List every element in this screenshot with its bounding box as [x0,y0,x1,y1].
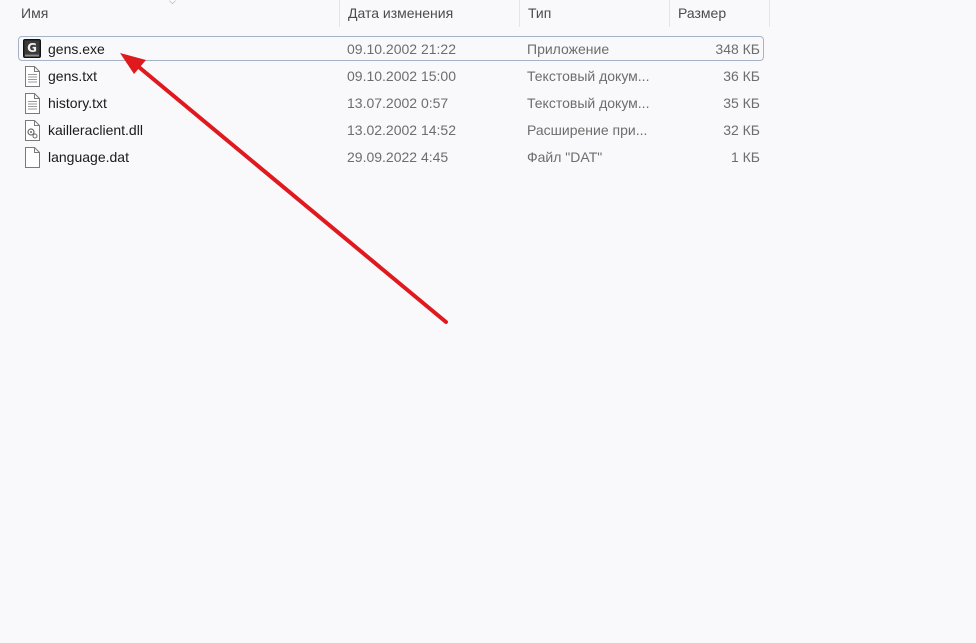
column-header-size[interactable]: Размер [670,0,770,27]
file-type: Приложение [527,41,610,57]
file-size: 1 КБ [730,149,760,165]
column-header-bar: Имя ⌵ Дата изменения Тип Размер [0,0,770,27]
file-type: Текстовый докум... [527,95,650,111]
file-size: 348 КБ [715,41,760,57]
file-date: 09.10.2002 15:00 [347,68,456,84]
column-header-date-label: Дата изменения [348,5,454,21]
file-name: language.dat [48,149,129,165]
column-header-name-label: Имя [21,5,49,21]
column-header-type-label: Тип [528,5,552,21]
text-file-icon [25,93,40,114]
sort-caret-icon: ⌵ [169,0,176,6]
column-header-size-label: Размер [678,5,727,21]
column-header-name[interactable]: Имя ⌵ [0,0,340,27]
column-header-type[interactable]: Тип [520,0,670,27]
file-size: 35 КБ [723,95,760,111]
file-name: gens.exe [48,41,105,57]
file-date: 29.09.2022 4:45 [347,149,449,165]
file-type: Файл "DAT" [527,149,603,165]
file-type: Расширение при... [527,122,648,138]
file-explorer-window: Имя ⌵ Дата изменения Тип Размер G gens.e… [0,0,976,643]
file-date: 13.02.2002 14:52 [347,122,456,138]
file-name: kailleraclient.dll [48,122,143,138]
file-row-language-dat[interactable]: language.dat 29.09.2022 4:45 Файл "DAT" … [0,144,770,171]
svg-text:G: G [27,41,37,55]
file-name: history.txt [48,95,107,111]
file-name: gens.txt [48,68,98,84]
dll-file-icon [25,120,40,141]
file-size: 32 КБ [723,122,760,138]
file-row-kailleraclient-dll[interactable]: kailleraclient.dll 13.02.2002 14:52 Расш… [0,117,770,144]
file-row-gens-txt[interactable]: gens.txt 09.10.2002 15:00 Текстовый доку… [0,63,770,90]
file-type: Текстовый докум... [527,68,650,84]
column-header-date[interactable]: Дата изменения [340,0,520,27]
file-size: 36 КБ [723,68,760,84]
gens-app-icon: G [23,39,41,58]
file-date: 13.07.2002 0:57 [347,95,449,111]
file-date: 09.10.2002 21:22 [347,41,456,57]
file-row-gens-exe[interactable]: G gens.exe 09.10.2002 21:22 Приложение 3… [0,36,770,63]
blank-file-icon [25,147,40,168]
text-file-icon [25,66,40,87]
file-row-history-txt[interactable]: history.txt 13.07.2002 0:57 Текстовый до… [0,90,770,117]
file-list: G gens.exe 09.10.2002 21:22 Приложение 3… [0,36,770,171]
